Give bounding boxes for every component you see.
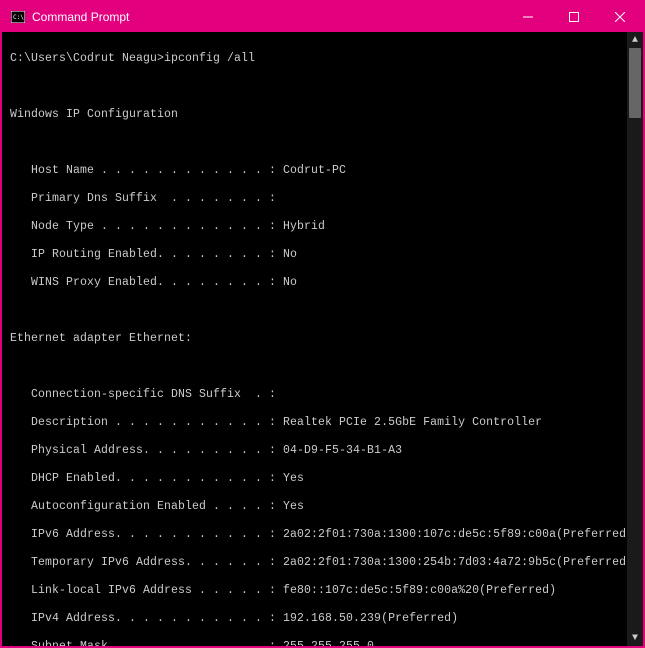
scroll-track[interactable] [627, 48, 643, 630]
ip-routing-label: IP Routing Enabled. . . . . . . . : [10, 248, 276, 261]
wins-proxy-label: WINS Proxy Enabled. . . . . . . . : [10, 276, 276, 289]
primary-dns-label: Primary Dns Suffix . . . . . . . : [10, 192, 276, 205]
scroll-up-icon[interactable]: ▲ [627, 32, 643, 48]
eth-autoconf-value: Yes [276, 500, 304, 513]
eth-desc-value: Realtek PCIe 2.5GbE Family Controller [276, 416, 542, 429]
host-name-value: Codrut-PC [276, 164, 346, 177]
svg-text:C:\: C:\ [13, 14, 24, 21]
scrollbar[interactable]: ▲ ▼ [627, 32, 643, 646]
wins-proxy-value: No [276, 276, 297, 289]
eth-dhcp-value: Yes [276, 472, 304, 485]
terminal-output[interactable]: C:\Users\Codrut Neagu>ipconfig /all Wind… [2, 32, 627, 646]
ip-routing-value: No [276, 248, 297, 261]
eth-mask-label: Subnet Mask . . . . . . . . . . . : [10, 640, 276, 646]
ethernet-title: Ethernet adapter Ethernet: [10, 332, 623, 346]
eth-ipv4-value: 192.168.50.239(Preferred) [276, 612, 458, 625]
eth-dhcp-label: DHCP Enabled. . . . . . . . . . . : [10, 472, 276, 485]
eth-ipv6-label: IPv6 Address. . . . . . . . . . . : [10, 528, 276, 541]
prompt-path: C:\Users\Codrut Neagu> [10, 52, 164, 65]
eth-mask-value: 255.255.255.0 [276, 640, 374, 646]
eth-autoconf-label: Autoconfiguration Enabled . . . . : [10, 500, 276, 513]
maximize-button[interactable] [551, 2, 597, 32]
eth-conn-dns-label: Connection-specific DNS Suffix . : [10, 388, 276, 401]
eth-desc-label: Description . . . . . . . . . . . : [10, 416, 276, 429]
eth-tmp6-label: Temporary IPv6 Address. . . . . . : [10, 556, 276, 569]
eth-ll6-label: Link-local IPv6 Address . . . . . : [10, 584, 276, 597]
titlebar[interactable]: C:\ Command Prompt [2, 2, 643, 32]
scroll-thumb[interactable] [629, 48, 641, 118]
eth-ipv6-value: 2a02:2f01:730a:1300:107c:de5c:5f89:c00a(… [276, 528, 627, 541]
minimize-button[interactable] [505, 2, 551, 32]
node-type-label: Node Type . . . . . . . . . . . . : [10, 220, 276, 233]
window-title: Command Prompt [32, 10, 505, 24]
node-type-value: Hybrid [276, 220, 325, 233]
eth-phys-label: Physical Address. . . . . . . . . : [10, 444, 276, 457]
close-button[interactable] [597, 2, 643, 32]
eth-ll6-value: fe80::107c:de5c:5f89:c00a%20(Preferred) [276, 584, 556, 597]
host-name-label: Host Name . . . . . . . . . . . . : [10, 164, 276, 177]
eth-phys-value: 04-D9-F5-34-B1-A3 [276, 444, 402, 457]
section-header: Windows IP Configuration [10, 108, 623, 122]
scroll-down-icon[interactable]: ▼ [627, 630, 643, 646]
app-icon: C:\ [10, 9, 26, 25]
prompt-command: ipconfig /all [164, 52, 255, 65]
eth-ipv4-label: IPv4 Address. . . . . . . . . . . : [10, 612, 276, 625]
eth-tmp6-value: 2a02:2f01:730a:1300:254b:7d03:4a72:9b5c(… [276, 556, 627, 569]
